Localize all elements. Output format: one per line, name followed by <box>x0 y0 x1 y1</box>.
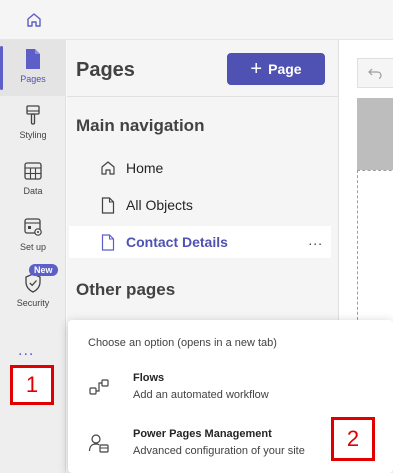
add-page-button[interactable]: + Page <box>227 53 325 85</box>
page-icon <box>100 233 116 251</box>
main-navigation-heading: Main navigation <box>76 116 205 135</box>
table-icon <box>24 162 42 180</box>
panel-title: Pages <box>76 59 135 81</box>
other-pages-heading: Other pages <box>76 280 176 299</box>
rail-label: Set up <box>19 242 47 252</box>
page-icon <box>100 196 116 214</box>
page-icon <box>26 49 40 69</box>
rail-item-pages[interactable]: Pages <box>0 40 66 96</box>
more-options-button[interactable]: ... <box>18 342 34 360</box>
rail-item-styling[interactable]: Styling <box>0 96 66 152</box>
paintbrush-icon <box>26 105 40 125</box>
undo-icon[interactable] <box>368 67 382 79</box>
nav-item-all-objects[interactable]: All Objects <box>69 189 331 221</box>
rail-label: Security <box>16 298 50 308</box>
option-title: Flows <box>133 372 165 384</box>
nav-item-contact-details[interactable]: Contact Details ... <box>69 226 331 258</box>
canvas-header-block <box>357 98 393 170</box>
pages-panel-header: Pages + Page <box>67 40 338 97</box>
new-badge: New <box>29 264 58 276</box>
left-rail: Pages Styling Data Set up New Security .… <box>0 40 66 473</box>
popup-hint: Choose an option (opens in a new tab) <box>88 337 277 349</box>
home-button[interactable] <box>22 8 46 32</box>
setup-icon <box>24 218 42 236</box>
option-title: Power Pages Management <box>133 428 272 440</box>
rail-label: Data <box>23 186 43 196</box>
top-bar <box>0 0 393 40</box>
home-icon <box>100 159 116 177</box>
management-icon <box>88 434 109 453</box>
canvas-toolbar <box>357 58 393 88</box>
nav-item-home[interactable]: Home <box>69 152 331 184</box>
flow-icon <box>89 379 109 395</box>
rail-item-security[interactable]: New Security <box>0 264 66 320</box>
option-description: Add an automated workflow <box>133 389 269 401</box>
option-description: Advanced configuration of your site <box>133 445 305 457</box>
rail-item-data[interactable]: Data <box>0 152 66 208</box>
rail-item-setup[interactable]: Set up <box>0 208 66 264</box>
callout-1: 1 <box>10 365 54 405</box>
callout-2: 2 <box>331 417 375 461</box>
add-page-label: Page <box>268 61 302 77</box>
plus-icon: + <box>250 58 263 80</box>
nav-item-label: Home <box>126 160 164 176</box>
canvas-section-outline <box>357 170 393 330</box>
option-flows[interactable]: Flows Add an automated workflow <box>68 366 393 416</box>
rail-label: Styling <box>19 130 47 140</box>
home-icon <box>27 13 41 27</box>
nav-item-label: Contact Details <box>126 234 228 250</box>
rail-label: Pages <box>20 74 46 84</box>
page-more-options-button[interactable]: ... <box>308 232 323 248</box>
nav-item-label: All Objects <box>126 197 193 213</box>
